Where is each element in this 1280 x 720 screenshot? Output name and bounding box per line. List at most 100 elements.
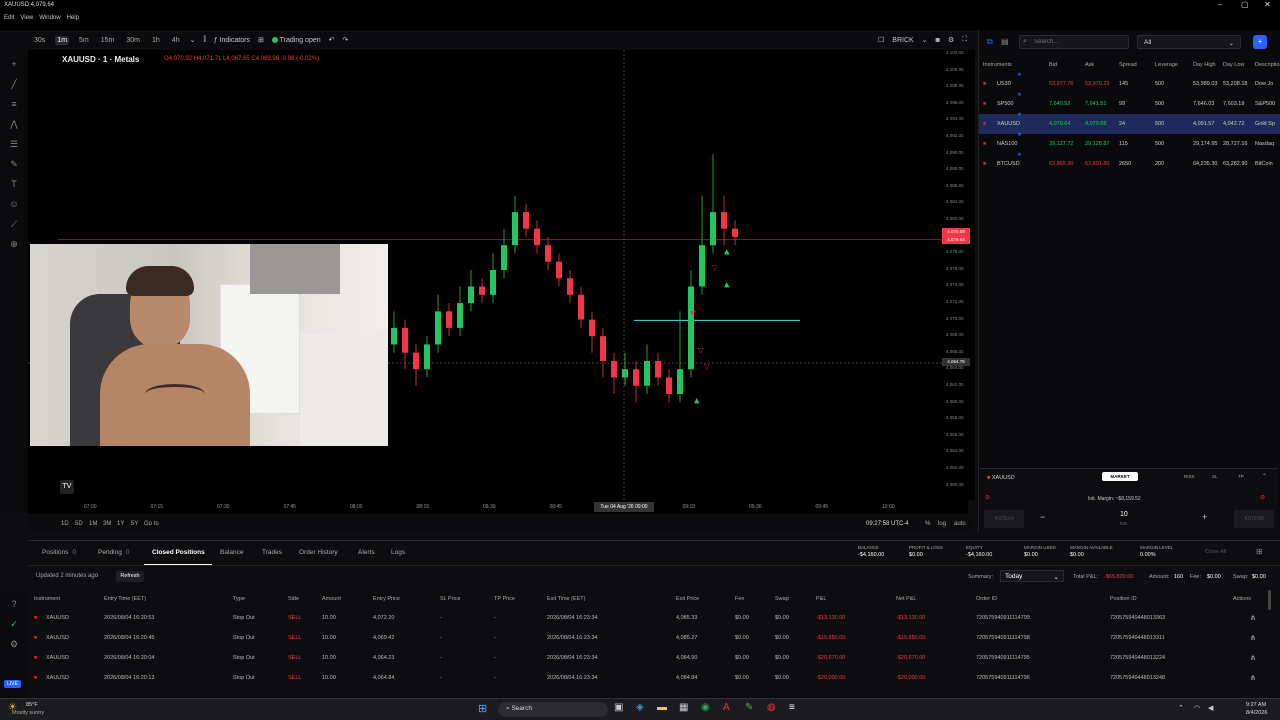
redo-icon[interactable]: ↷ [343, 36, 349, 44]
column-header[interactable]: Actions [1233, 596, 1251, 602]
auto-toggle[interactable]: auto [954, 521, 966, 527]
interval-4h[interactable]: 4h [170, 36, 182, 45]
interval-1h[interactable]: 1h [150, 36, 162, 45]
menu-edit[interactable]: Edit [4, 15, 14, 21]
scrollbar[interactable] [1268, 590, 1271, 610]
share-icon[interactable]: ⋔ [1250, 674, 1256, 682]
clock-time[interactable]: 9:27 AM [1246, 702, 1266, 708]
watchlist-column-header[interactable]: Instruments [983, 62, 1012, 68]
decrease-lots-button[interactable]: − [1040, 512, 1045, 522]
column-header[interactable]: Entry Price [373, 596, 400, 602]
app-pen-icon[interactable]: ✎ [745, 702, 753, 713]
brick-dropdown[interactable]: BRICK [892, 37, 913, 44]
watchlist-row[interactable]: NAS100 29,127.72 29,128.87 115 500 29,174.95 2… [979, 132, 1280, 154]
buy-button[interactable]: 4,079.88 [1234, 510, 1274, 528]
fib-icon[interactable]: ☰ [8, 138, 20, 150]
range-5y[interactable]: 5Y [131, 521, 138, 527]
menu-view[interactable]: View [20, 15, 33, 21]
minimize-icon[interactable]: – [1218, 0, 1222, 9]
chart-type-icon[interactable]: ⫿ [203, 36, 205, 44]
column-header[interactable]: Side [288, 596, 299, 602]
grid-icon[interactable]: ⊞ [1256, 547, 1263, 556]
tab-positions[interactable]: Positions 0 [42, 549, 76, 556]
watchlist-column-header[interactable]: Day Low [1223, 62, 1244, 68]
menu-window[interactable]: Window [39, 15, 60, 21]
interval-30s[interactable]: 30s [32, 36, 47, 45]
interval-5m[interactable]: 5m [77, 36, 91, 45]
ruler-icon[interactable]: ⟋ [8, 218, 20, 230]
brush-icon[interactable]: ✎ [8, 158, 20, 170]
close-all-button[interactable]: Close All [1205, 549, 1226, 555]
interval-15m[interactable]: 15m [99, 36, 117, 45]
column-header[interactable]: Entry Time (EET) [104, 596, 146, 602]
favorite-star-icon[interactable]: ★ [1017, 72, 1022, 78]
weather-temp[interactable]: 85°F [26, 702, 38, 708]
store-icon[interactable]: ▦ [679, 702, 688, 713]
range-5d[interactable]: 5D [75, 521, 83, 527]
help-icon[interactable]: ? [8, 598, 20, 610]
mode-tp[interactable]: TP [1238, 474, 1244, 479]
watchlist-icon[interactable]: ⧉ [987, 37, 993, 47]
camera-icon[interactable]: ◙ [936, 37, 940, 44]
interval-30m[interactable]: 30m [124, 36, 142, 45]
favorite-star-icon[interactable]: ★ [1017, 132, 1022, 138]
volume-icon[interactable]: ◀ [1208, 704, 1213, 712]
sell-button[interactable]: 4,079.64 [984, 510, 1024, 528]
column-header[interactable]: Exit Time (EET) [547, 596, 586, 602]
settings-icon[interactable]: ⚙ [948, 36, 954, 44]
task-view-icon[interactable]: ▣ [614, 702, 623, 713]
interval-1m[interactable]: 1m [55, 35, 70, 45]
watchlist-column-header[interactable]: Spread [1119, 62, 1137, 68]
percent-toggle[interactable]: % [925, 521, 930, 527]
watchlist-column-header[interactable]: Bid [1049, 62, 1057, 68]
price-axis[interactable]: 4,102.00 4,100.00 4,098.00 4,096.00 4,094.00… [944, 50, 975, 500]
increase-lots-button[interactable]: + [1202, 512, 1207, 522]
tab-logs[interactable]: Logs [391, 549, 405, 556]
chevron-up-icon[interactable]: ⌃ [1262, 473, 1267, 480]
tab-trades[interactable]: Trades [262, 549, 282, 556]
undo-icon[interactable]: ↶ [329, 36, 335, 44]
favorite-star-icon[interactable]: ★ [1017, 92, 1022, 98]
watchlist-search[interactable]: ⌕ [1019, 35, 1129, 49]
app-a-icon[interactable]: A [723, 702, 730, 713]
windows-start-icon[interactable]: ⊞ [478, 702, 487, 715]
share-icon[interactable]: ⋔ [1250, 614, 1256, 622]
pattern-icon[interactable]: ⋀ [8, 118, 20, 130]
mode-sl[interactable]: SL [1212, 474, 1218, 479]
range-1y[interactable]: 1Y [117, 521, 124, 527]
tab-alerts[interactable]: Alerts [358, 549, 375, 556]
watchlist-row[interactable]: US30 53,977.76 53,979.23 145 500 53,989.03 53,… [979, 72, 1280, 94]
share-icon[interactable]: ⋔ [1250, 654, 1256, 662]
goto-button[interactable]: Go to [144, 521, 159, 527]
watchlist-column-header[interactable]: Leverage [1155, 62, 1178, 68]
tab-pending[interactable]: Pending 0 [98, 549, 129, 556]
trading-app-icon[interactable]: ≡ [789, 702, 795, 713]
trendline-icon[interactable]: ╱ [8, 78, 20, 90]
watchlist-column-header[interactable]: Description [1255, 62, 1280, 68]
column-header[interactable]: Net P&L [896, 596, 916, 602]
app-red-icon[interactable]: ◍ [767, 702, 776, 713]
summary-select[interactable]: Today ⌄ [1000, 570, 1064, 582]
mode-risk[interactable]: RISK [1184, 474, 1195, 479]
filter-select[interactable]: All ⌄ [1137, 35, 1241, 49]
refresh-button[interactable]: Refresh [116, 571, 144, 582]
chevron-down-icon[interactable]: ⌄ [190, 36, 196, 44]
column-header[interactable]: SL Price [440, 596, 461, 602]
column-header[interactable]: Amount [322, 596, 341, 602]
order-mode-market[interactable]: MARKET [1102, 472, 1138, 481]
tab-balance[interactable]: Balance [220, 549, 244, 556]
share-icon[interactable]: ⋔ [1250, 634, 1256, 642]
search-input[interactable] [1034, 37, 1124, 47]
range-3m[interactable]: 3M [103, 521, 111, 527]
lots-input[interactable]: 10 [1120, 511, 1128, 518]
fullscreen-icon[interactable]: ⛶ [962, 36, 967, 44]
chrome-icon[interactable]: ◉ [701, 702, 710, 713]
column-header[interactable]: Swap [775, 596, 789, 602]
checkbox-icon[interactable]: ☐ [878, 36, 884, 44]
column-header[interactable]: Instrument [34, 596, 60, 602]
calendar-icon[interactable]: ▤ [1001, 37, 1009, 46]
column-header[interactable]: Position ID [1110, 596, 1137, 602]
time-axis[interactable]: 07:00 07:15 07:30 07:45 08:00 08:15 08:30 08:45… [28, 500, 968, 514]
favorite-star-icon[interactable]: ★ [1017, 152, 1022, 158]
indicators-button[interactable]: ƒ Indicators [214, 37, 250, 44]
